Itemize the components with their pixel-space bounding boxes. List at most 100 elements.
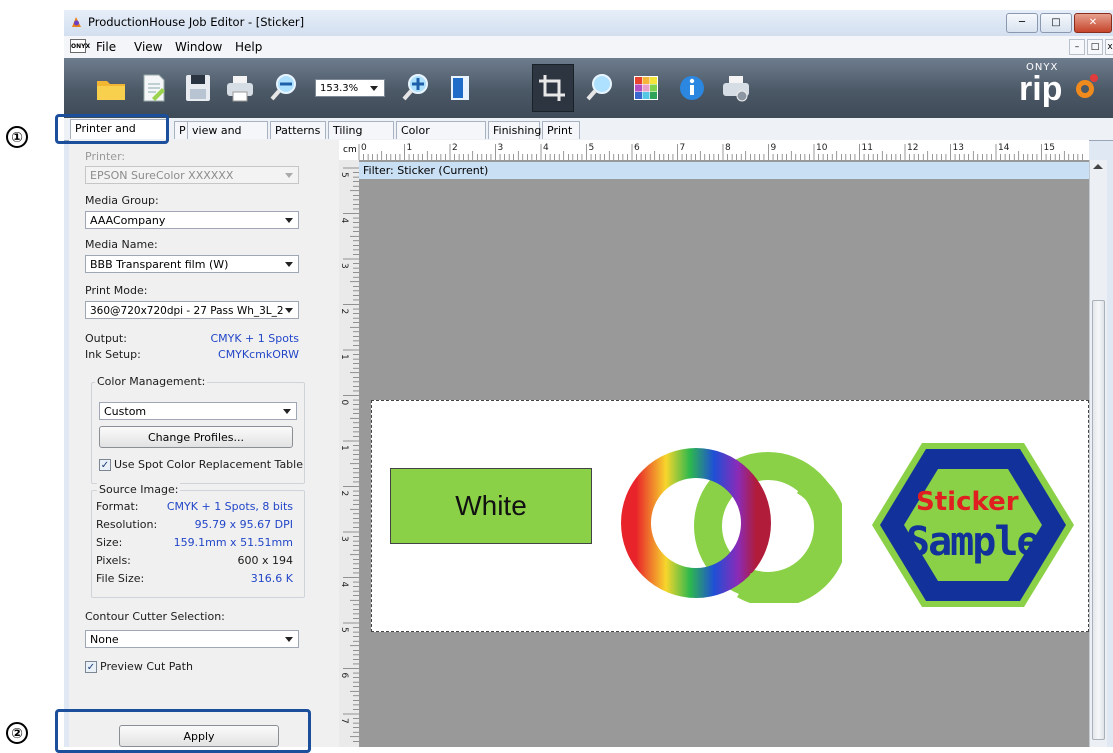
change-profiles-button[interactable]: Change Profiles... — [99, 426, 293, 448]
preview-cut-path-label: Preview Cut Path — [100, 660, 193, 673]
print-mode-label: Print Mode: — [85, 284, 148, 297]
job-properties-icon[interactable] — [138, 72, 170, 104]
ruler-tick-label: 6 — [339, 673, 349, 679]
callout-number-2: ② — [6, 722, 28, 744]
maximize-button[interactable]: □ — [1040, 13, 1072, 33]
ruler-tick-label: 1 — [339, 354, 349, 360]
chevron-down-icon — [285, 308, 293, 313]
ruler-tick-label: 7 — [339, 718, 349, 724]
rings-graphic — [621, 448, 842, 603]
tab-print[interactable]: Print — [542, 121, 580, 139]
info-icon[interactable] — [676, 72, 708, 104]
ruler-tick-label: 5 — [589, 143, 595, 153]
app-window: ProductionHouse Job Editor - [Sticker] ─… — [55, 10, 1113, 753]
ruler-tick-label: 4 — [339, 582, 349, 588]
ruler-tick-label: 14 — [998, 143, 1010, 153]
tab-strip: Printer and Media P view and Size Patter… — [64, 118, 1113, 155]
media-group-select[interactable]: AAACompany — [85, 211, 299, 229]
chevron-down-icon — [285, 637, 293, 642]
ruler-tick-label: 5 — [339, 172, 349, 178]
mdi-restore-button[interactable]: □ — [1087, 39, 1103, 55]
ink-setup-label: Ink Setup: — [85, 348, 141, 361]
media-group-label: Media Group: — [85, 194, 159, 207]
output-label: Output: — [85, 332, 127, 345]
crop-icon[interactable] — [536, 72, 568, 104]
callout-box-apply — [55, 709, 311, 753]
menu-file[interactable]: File — [96, 40, 116, 54]
ruler-unit: cm — [343, 145, 357, 155]
ruler-tick-label: 15 — [1044, 143, 1055, 153]
color-management-label: Color Management: — [95, 375, 208, 388]
ruler-tick-label: 2 — [452, 143, 458, 153]
chevron-down-icon — [285, 173, 293, 178]
sticker-artboard[interactable]: White Sticker Sample — [371, 400, 1089, 632]
menu-window[interactable]: Window — [175, 40, 222, 54]
scroll-up-arrow-icon[interactable] — [1093, 164, 1103, 169]
size-value: 159.1mm x 51.51mm — [173, 536, 293, 549]
ruler-tick-label: 3 — [339, 263, 349, 269]
ruler-tick-label: 0 — [361, 143, 367, 153]
contour-cutter-select[interactable]: None — [85, 630, 299, 648]
print-icon[interactable] — [224, 72, 256, 104]
tab-patterns[interactable]: Patterns — [270, 121, 326, 139]
zoom-out-icon[interactable] — [268, 72, 300, 104]
menu-help[interactable]: Help — [235, 40, 262, 54]
ruler-tick-label: 1 — [407, 143, 413, 153]
zoom-level-value: 153.3% — [320, 83, 359, 94]
open-folder-icon[interactable] — [95, 72, 127, 104]
media-name-value: BBB Transparent film (W) — [90, 258, 229, 271]
rip-logo-text: rip — [1019, 70, 1063, 108]
toolbar: 153.3% ONYX rip — [64, 58, 1113, 118]
ruler-tick-label: 13 — [953, 143, 964, 153]
scroll-thumb[interactable] — [1092, 300, 1105, 740]
vertical-scrollbar[interactable] — [1089, 160, 1107, 747]
save-icon[interactable] — [182, 72, 214, 104]
file-size-label: File Size: — [96, 572, 145, 585]
tab-tiling-setup[interactable]: Tiling Setup — [328, 121, 394, 155]
zoom-in-icon[interactable] — [400, 72, 432, 104]
white-box-label: White — [455, 490, 527, 521]
ruler-tick-label: 1 — [339, 445, 349, 451]
chevron-down-icon — [285, 262, 293, 267]
ruler-tick-label: 5 — [339, 627, 349, 633]
size-label: Size: — [96, 536, 123, 549]
print-mode-select[interactable]: 360@720x720dpi - 27 Pass Wh_3L_2 — [85, 301, 299, 319]
sticker-text: Sticker — [916, 487, 1019, 517]
pixels-value: 600 x 194 — [237, 554, 294, 567]
ruler-tick-label: 10 — [816, 143, 828, 153]
tab-preview-and-size[interactable]: view and Size — [188, 121, 268, 155]
color-management-select[interactable]: Custom — [99, 402, 297, 420]
ruler-tick-label: 0 — [339, 400, 349, 406]
mdi-close-button[interactable]: x — [1105, 39, 1113, 55]
close-button[interactable]: ✕ — [1074, 13, 1112, 33]
title-bar: ProductionHouse Job Editor - [Sticker] ─… — [64, 10, 1113, 36]
gear-logo-icon — [1076, 74, 1098, 98]
preview-cut-path-checkbox[interactable]: ✓ — [85, 661, 97, 673]
ruler-tick-label: 3 — [498, 143, 504, 153]
tab-color-correction[interactable]: Color Correction — [396, 121, 486, 155]
preview-page-icon[interactable] — [444, 72, 476, 104]
menu-bar: ONYX File View Window Help – □ x — [64, 36, 1113, 59]
tab-preview-and-size-part[interactable]: P — [174, 121, 188, 139]
callout-box-tab — [55, 114, 169, 144]
printer-settings-icon[interactable] — [720, 72, 752, 104]
tab-finishing[interactable]: Finishing — [488, 121, 541, 139]
mdi-minimize-button[interactable]: – — [1069, 39, 1085, 55]
minimize-button[interactable]: ─ — [1006, 13, 1038, 33]
ruler-tick-label: 9 — [771, 143, 777, 153]
top-ruler: 0 1 2 3 4 5 6 7 8 9 10 11 12 13 14 15 — [339, 140, 1089, 160]
zoom-level-select[interactable]: 153.3% — [315, 79, 385, 97]
color-swatch-grid-icon[interactable] — [630, 72, 662, 104]
pixels-label: Pixels: — [96, 554, 131, 567]
ink-setup-value: CMYKcmkORW — [218, 348, 299, 361]
contour-cutter-label: Contour Cutter Selection: — [85, 610, 225, 623]
document-icon[interactable]: ONYX — [70, 39, 90, 53]
spot-color-checkbox[interactable]: ✓ — [99, 459, 111, 471]
ruler-tick-label: 4 — [339, 218, 349, 224]
window-title: ProductionHouse Job Editor - [Sticker] — [88, 15, 305, 29]
ruler-tick-label: 7 — [680, 143, 686, 153]
magnifier-icon[interactable] — [584, 72, 616, 104]
menu-view[interactable]: View — [134, 40, 162, 54]
media-name-select[interactable]: BBB Transparent film (W) — [85, 255, 299, 273]
sample-text: Sample — [906, 519, 1040, 565]
